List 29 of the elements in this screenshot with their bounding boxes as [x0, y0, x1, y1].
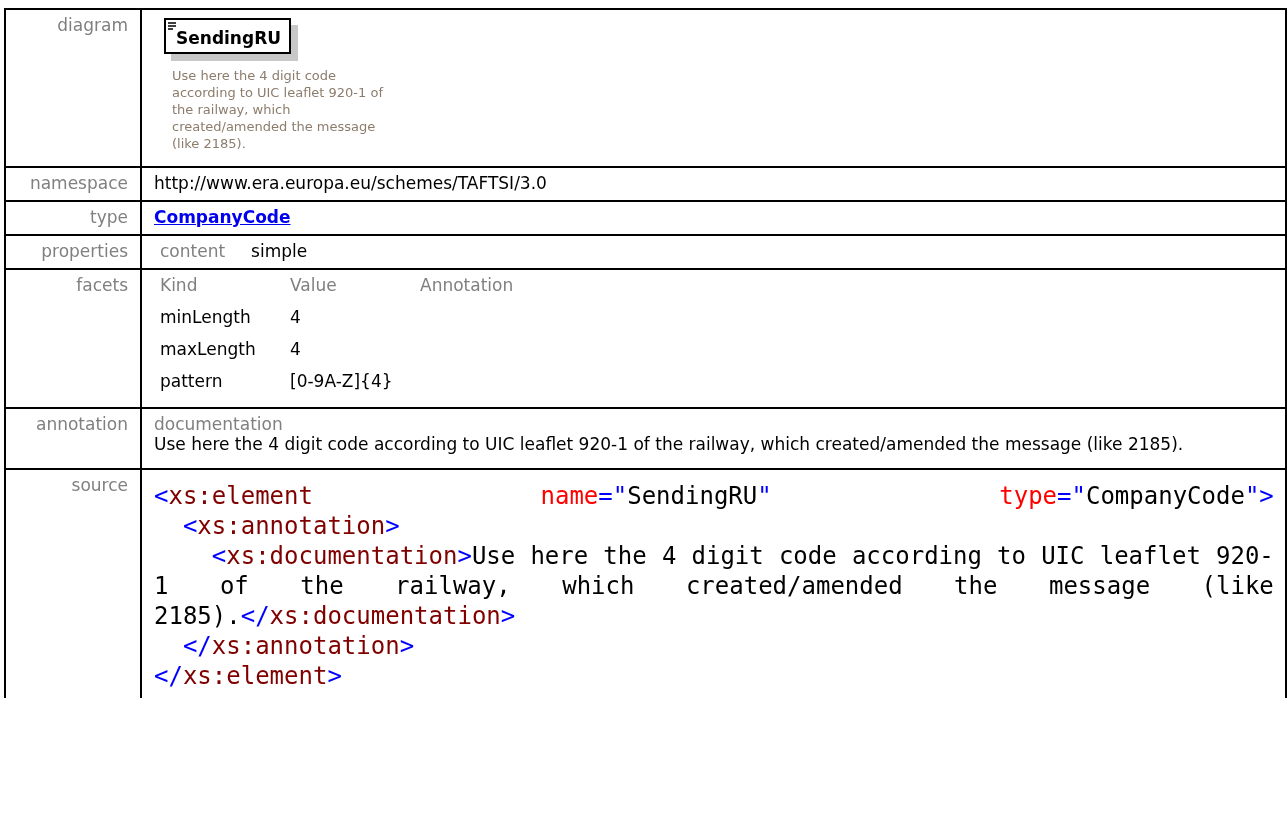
code-line: </xs:element> — [154, 661, 343, 692]
table-cell-text: 4 — [290, 307, 302, 328]
code-line: </xs:annotation> — [181, 631, 416, 662]
table-cell-text: pattern — [160, 371, 224, 392]
row-label: annotation — [6, 409, 142, 469]
code-line: <xs:element name="SendingRU" type="CompanyCode"> — [154, 481, 1274, 512]
table-cell-text: minLength — [160, 307, 252, 328]
diagram-annotation: Use here the 4 digit code according to UIC leaflet 920-1 of the railway, which created/amended the message (like 2185). — [172, 68, 385, 153]
property-value: simple — [251, 241, 308, 262]
column-header: Annotation — [420, 275, 514, 296]
code-line: <xs:annotation> — [181, 511, 401, 542]
property-key: content — [160, 241, 226, 262]
row-label: diagram — [6, 10, 142, 167]
annotation-heading: documentation — [154, 414, 284, 435]
annotation-text: Use here the 4 digit code according to UIC leaflet 920-1 of the railway, which created/amended the message (like 2185). — [154, 434, 1185, 455]
code-line: <xs:documentation>Use here the 4 digit code according to UIC leaflet 920-1 of the railway, which created/amended the message (like 2185).</xs:documentation> — [154, 541, 1274, 632]
table-cell-text: maxLength — [160, 339, 257, 360]
type-link[interactable]: CompanyCode — [154, 207, 291, 228]
namespace-text: http://www.era.europa.eu/schemes/TAFTSI/3.0 — [154, 173, 547, 194]
row-label: source — [6, 470, 142, 699]
table-cell-text: 4 — [290, 339, 302, 360]
row-label: namespace — [6, 168, 142, 201]
row-label: properties — [6, 236, 142, 269]
column-header: Value — [290, 275, 338, 296]
table-cell-text: [0-9A-Z]{4} — [290, 371, 394, 392]
row-label: type — [6, 202, 142, 235]
row-label: facets — [6, 270, 142, 408]
column-header: Kind — [160, 275, 199, 296]
lines-icon — [168, 22, 177, 30]
